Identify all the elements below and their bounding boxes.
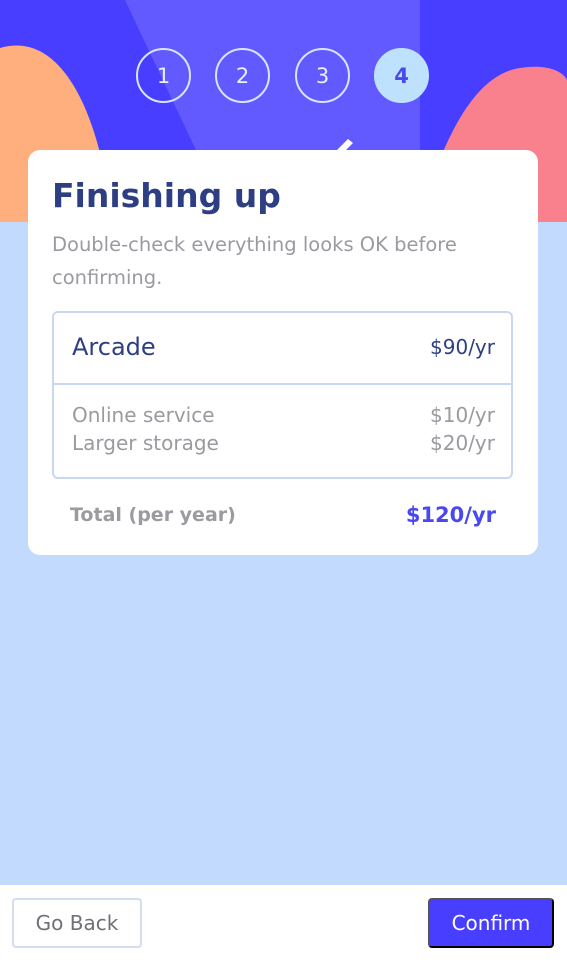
- confirm-button[interactable]: Confirm: [428, 898, 554, 948]
- go-back-button[interactable]: Go Back: [12, 898, 142, 948]
- total-value: $120/yr: [405, 503, 496, 527]
- order-summary: Arcade $90/yr Online service $10/yr Larg…: [52, 311, 513, 479]
- step-3[interactable]: 3: [295, 48, 350, 103]
- signup-form-screen: 1 2 3 4 Finishing up Double-check everyt…: [0, 0, 567, 960]
- step-4-number: 4: [394, 63, 409, 88]
- footer-bar: Go Back Confirm: [0, 885, 567, 960]
- step-1[interactable]: 1: [136, 48, 191, 103]
- addon-price: $20/yr: [430, 431, 495, 455]
- plan-price: $90/yr: [430, 335, 495, 359]
- plan-name: Arcade: [72, 333, 156, 361]
- addon-name: Larger storage: [72, 431, 219, 455]
- step-3-number: 3: [315, 63, 330, 88]
- total-label: Total (per year): [70, 504, 236, 526]
- step-2-number: 2: [235, 63, 250, 88]
- page-subtitle: Double-check everything looks OK before …: [52, 233, 457, 289]
- step-2[interactable]: 2: [215, 48, 270, 103]
- step-4[interactable]: 4: [374, 48, 429, 103]
- summary-card: Finishing up Double-check everything loo…: [28, 150, 538, 555]
- plan-row: Arcade $90/yr: [54, 313, 511, 385]
- addon-price: $10/yr: [430, 403, 495, 427]
- step-1-number: 1: [156, 63, 171, 88]
- page-title: Finishing up: [52, 176, 281, 215]
- step-indicator: 1 2 3 4: [0, 48, 567, 104]
- addon-name: Online service: [72, 403, 215, 427]
